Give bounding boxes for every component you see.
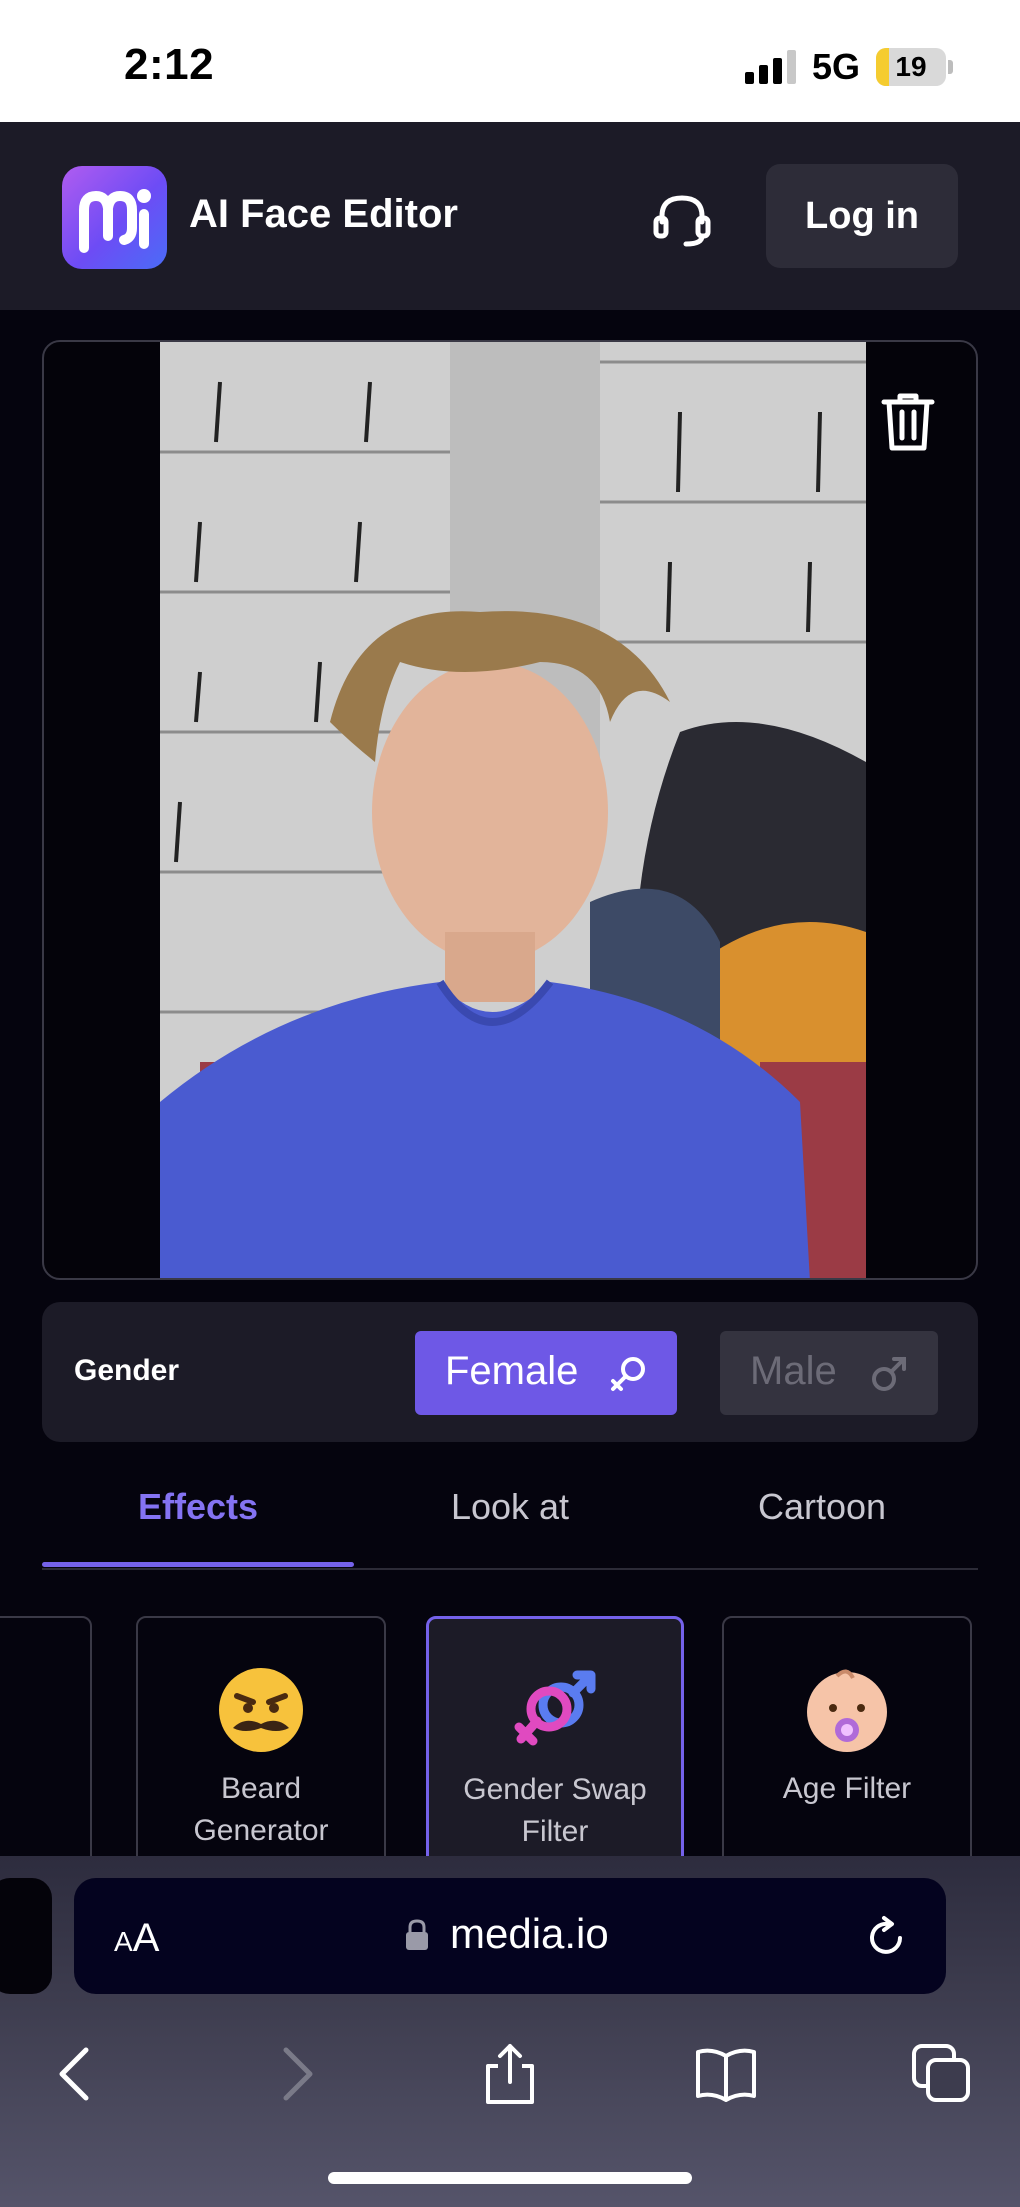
address-bar[interactable]: AA media.io: [74, 1878, 946, 1994]
effect-tabs: Effects Look at Cartoon: [42, 1460, 978, 1570]
login-button[interactable]: Log in: [766, 164, 958, 268]
gender-selector: Gender Female Male: [42, 1302, 978, 1442]
effect-label: Beard Generator: [193, 1772, 329, 1847]
battery-level: 19: [895, 51, 927, 82]
male-button[interactable]: Male: [720, 1331, 938, 1415]
browser-nav-row: [0, 2024, 1020, 2134]
tabs-icon[interactable]: [910, 2042, 974, 2106]
app-logo[interactable]: [62, 166, 167, 269]
text-size-button[interactable]: AA: [114, 1916, 159, 1961]
mustache-face-emoji: [219, 1668, 303, 1752]
male-symbol-icon: [872, 1357, 906, 1391]
network-type: 5G: [812, 46, 861, 87]
female-label: Female: [445, 1349, 579, 1393]
female-symbol-icon: [611, 1357, 645, 1391]
battery-cap: [948, 60, 953, 74]
trash-icon[interactable]: [880, 390, 936, 454]
tab-effects[interactable]: Effects: [42, 1486, 354, 1528]
active-tab-indicator: [42, 1562, 354, 1567]
clock: 2:12: [124, 40, 215, 89]
reload-icon[interactable]: [864, 1914, 908, 1958]
gender-swap-emoji: [514, 1670, 596, 1746]
status-bar: 2:12 5G 19: [0, 0, 1020, 122]
battery-icon: 19: [876, 48, 946, 86]
back-icon[interactable]: [44, 2042, 108, 2106]
cellular-signal-icon: [745, 50, 797, 84]
headset-icon[interactable]: [650, 188, 714, 252]
effect-label: Gender Swap Filter: [463, 1773, 647, 1848]
app-header: AI Face Editor Log in: [0, 122, 1020, 310]
previous-tab[interactable]: [0, 1878, 52, 1994]
tab-cartoon[interactable]: Cartoon: [666, 1486, 978, 1528]
gender-label: Gender: [74, 1354, 180, 1387]
effect-card-beard-generator[interactable]: Beard Generator: [136, 1616, 386, 1856]
uploaded-photo: [160, 342, 866, 1278]
forward-icon[interactable]: [264, 2042, 328, 2106]
browser-toolbar: AA media.io: [0, 1856, 1020, 2207]
effects-carousel[interactable]: Beard Generator Gender Swap Filter Age Fil…: [0, 1614, 1020, 1856]
effect-card-partial[interactable]: [0, 1616, 92, 1856]
effect-card-gender-swap-filter[interactable]: Gender Swap Filter: [426, 1616, 684, 1856]
male-label: Male: [750, 1349, 837, 1393]
photo-preview: [42, 340, 978, 1280]
female-button[interactable]: Female: [415, 1331, 677, 1415]
share-icon[interactable]: [478, 2042, 542, 2106]
effect-label: Age Filter: [782, 1772, 912, 1805]
url-text: media.io: [450, 1910, 609, 1957]
home-indicator[interactable]: [328, 2172, 692, 2184]
lock-icon: [406, 1919, 428, 1950]
effect-card-age-filter[interactable]: Age Filter: [722, 1616, 972, 1856]
baby-face-emoji: [807, 1669, 887, 1752]
bookmarks-icon[interactable]: [694, 2042, 758, 2106]
app-title: AI Face Editor: [189, 192, 458, 236]
tab-look-at[interactable]: Look at: [354, 1486, 666, 1528]
